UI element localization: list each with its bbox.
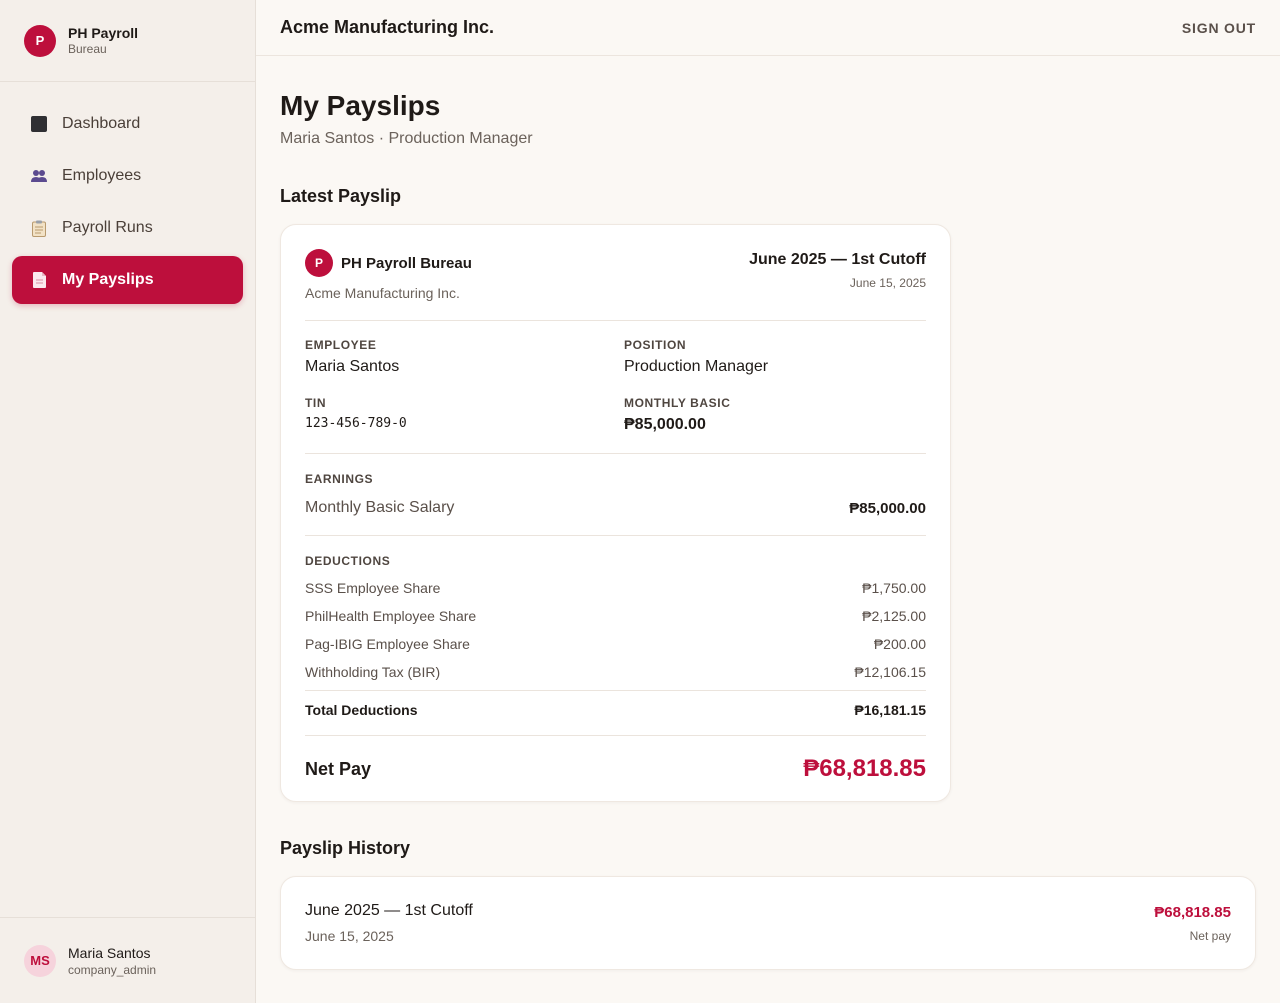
net-pay-label: Net Pay [305,758,372,779]
tin-label: TIN [305,396,327,410]
divider [305,453,926,454]
company-name: Acme Manufacturing Inc. [280,17,495,37]
monthly-basic-label: MONTHLY BASIC [624,396,731,410]
sidebar-item-payroll-runs[interactable]: Payroll Runs [12,204,243,252]
clipboard-icon [30,219,48,237]
deduction-name: Pag-IBIG Employee Share [305,636,470,652]
sign-out-button[interactable]: SIGN OUT [1182,20,1256,36]
sidebar-item-employees[interactable]: Employees [12,152,243,200]
deductions-section: DEDUCTIONS SSS Employee Share ₱1,750.00 … [305,554,926,718]
employee-label: EMPLOYEE [305,338,377,352]
net-pay-row: Net Pay ₱68,818.85 [305,755,926,783]
deductions-label: DEDUCTIONS [305,554,391,568]
tin-value: 123-456-789-0 [305,416,407,431]
deduction-amount: ₱200.00 [873,636,926,652]
net-pay-value: ₱68,818.85 [803,755,926,782]
divider [305,735,926,736]
sidebar-item-label: Employees [62,167,142,184]
sidebar-nav: Dashboard Employees Payroll Runs My Pays… [0,82,255,304]
earning-name: Monthly Basic Salary [305,499,455,516]
payslip-history-title: Payslip History [280,838,411,858]
brand-sub: Bureau [68,42,107,56]
sidebar: P PH Payroll Bureau Dashboard Employees [0,0,256,1003]
deduction-amount: ₱12,106.15 [854,664,926,680]
deduction-name: SSS Employee Share [305,580,441,596]
sidebar-item-label: My Payslips [62,271,154,288]
page-subtitle: Maria Santos · Production Manager [280,130,533,147]
brand-name: PH Payroll [68,25,139,41]
deduction-amount: ₱2,125.00 [862,608,926,624]
earning-row: Monthly Basic Salary ₱85,000.00 [305,499,926,517]
payslip-date: June 15, 2025 [849,276,926,290]
brand[interactable]: P PH Payroll Bureau [0,0,255,82]
employee-value: Maria Santos [305,358,400,375]
bureau-logo: P [305,249,333,277]
history-amount: ₱68,818.85 [1154,903,1231,921]
payslip-company: Acme Manufacturing Inc. [305,285,460,301]
sidebar-item-label: Payroll Runs [62,219,153,236]
total-deductions-row: Total Deductions ₱16,181.15 [305,702,926,718]
deduction-row: Withholding Tax (BIR) ₱12,106.15 [305,658,926,686]
divider [305,535,926,536]
total-deductions-label: Total Deductions [305,702,418,718]
monthly-basic-value: ₱85,000.00 [624,416,706,433]
user-role: company_admin [68,962,157,977]
deduction-row: Pag-IBIG Employee Share ₱200.00 [305,630,926,658]
sidebar-item-my-payslips[interactable]: My Payslips [12,256,243,304]
bureau-name: PH Payroll Bureau [341,254,472,272]
deduction-amount: ₱1,750.00 [862,580,926,596]
position-label: POSITION [624,338,687,352]
earnings-label: EARNINGS [305,472,374,486]
dashboard-square-icon [30,115,48,133]
earnings-section: EARNINGS Monthly Basic Salary ₱85,000.00 [305,472,926,517]
page-title: My Payslips [280,90,441,121]
payslip-period: June 2025 — 1st Cutoff [749,251,926,268]
sidebar-item-label: Dashboard [62,115,141,132]
employee-info: EMPLOYEE Maria Santos POSITION Productio… [305,338,926,434]
deduction-row: SSS Employee Share ₱1,750.00 [305,574,926,602]
brand-logo: P [24,24,56,57]
payslip-header: P PH Payroll Bureau Acme Manufacturing I… [305,249,926,301]
avatar: MS [24,944,56,977]
deduction-name: PhilHealth Employee Share [305,608,477,624]
history-date: June 15, 2025 [305,928,394,944]
user-name: Maria Santos [68,944,151,961]
payslip-history-item[interactable]: June 2025 — 1st Cutoff June 15, 2025 ₱68… [280,876,1256,970]
deduction-row: PhilHealth Employee Share ₱2,125.00 [305,602,926,630]
brand-text: PH Payroll Bureau [68,25,138,56]
document-icon [30,271,48,289]
deduction-name: Withholding Tax (BIR) [305,664,441,680]
total-deductions-value: ₱16,181.15 [854,702,926,718]
history-period: June 2025 — 1st Cutoff [305,902,473,919]
earning-amount: ₱85,000.00 [849,499,926,517]
topbar: Acme Manufacturing Inc. SIGN OUT [256,0,1280,56]
user-text: Maria Santos company_admin [68,945,156,977]
latest-payslip-title: Latest Payslip [280,186,402,206]
sidebar-item-dashboard[interactable]: Dashboard [12,100,243,148]
user-profile[interactable]: MS Maria Santos company_admin [0,917,255,1003]
people-icon [30,167,48,185]
history-amount-label: Net pay [1189,928,1231,943]
payslip-card: P PH Payroll Bureau Acme Manufacturing I… [280,224,951,802]
main-content: My Payslips Maria Santos · Production Ma… [280,56,1256,970]
divider [305,320,926,321]
position-value: Production Manager [624,358,769,375]
divider [305,690,926,691]
